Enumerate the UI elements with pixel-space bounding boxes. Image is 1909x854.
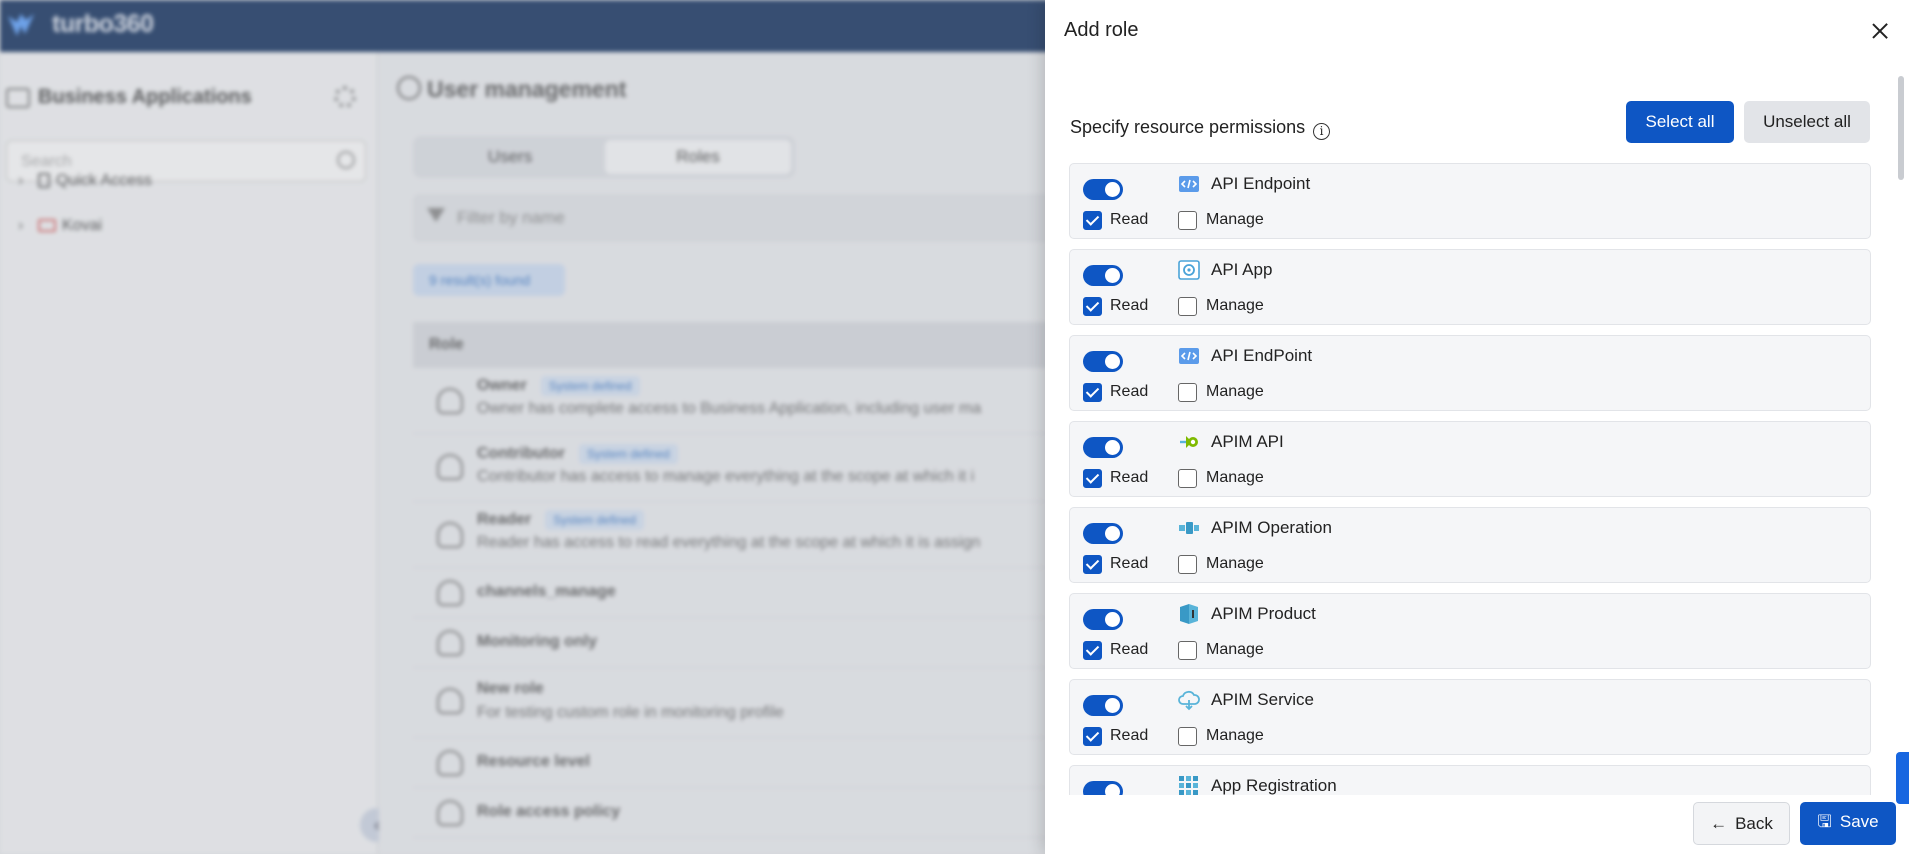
permissions-heading: Specify resource permissions i bbox=[1070, 117, 1331, 140]
api-endpoint-icon bbox=[1179, 176, 1199, 192]
back-button[interactable]: ← Back bbox=[1693, 802, 1790, 845]
manage-checkbox[interactable] bbox=[1178, 469, 1197, 488]
permission-card-apim-service: APIM Service Read Manage bbox=[1069, 679, 1871, 755]
permission-card-api-endpoint: API Endpoint Read Manage bbox=[1069, 163, 1871, 239]
read-label: Read bbox=[1110, 469, 1149, 486]
resource-name: API Endpoint bbox=[1211, 174, 1311, 193]
read-checkbox[interactable] bbox=[1083, 641, 1102, 660]
save-icon: 🖫 bbox=[1817, 812, 1832, 831]
info-icon[interactable]: i bbox=[1313, 123, 1331, 140]
api-endpoint-icon bbox=[1179, 348, 1199, 364]
add-role-drawer: Add role Specify resource permissions i S… bbox=[1045, 0, 1909, 854]
manage-label: Manage bbox=[1206, 297, 1264, 314]
read-label: Read bbox=[1110, 555, 1149, 572]
resource-name: API App bbox=[1211, 260, 1273, 279]
manage-label: Manage bbox=[1206, 211, 1264, 228]
manage-label: Manage bbox=[1206, 641, 1264, 658]
drawer-scrollbar[interactable] bbox=[1898, 76, 1904, 180]
apim-operation-icon bbox=[1179, 522, 1199, 534]
resource-name: App Registration bbox=[1211, 776, 1337, 795]
close-icon[interactable] bbox=[1865, 16, 1895, 46]
read-checkbox[interactable] bbox=[1083, 469, 1102, 488]
app-registration-icon bbox=[1179, 776, 1198, 795]
unselect-all-button[interactable]: Unselect all bbox=[1744, 101, 1870, 143]
permission-card-api-app: API App Read Manage bbox=[1069, 249, 1871, 325]
read-label: Read bbox=[1110, 211, 1149, 228]
permission-card-app-registration: App Registration Read Manage bbox=[1069, 765, 1871, 795]
permission-card-apim-product: APIM Product Read Manage bbox=[1069, 593, 1871, 669]
resource-toggle[interactable] bbox=[1083, 437, 1123, 458]
resource-permissions-list[interactable]: API Endpoint Read Manage API App Read Ma… bbox=[1069, 163, 1871, 795]
feedback-side-tab[interactable] bbox=[1896, 752, 1909, 804]
permission-card-api-endpoint-2: API EndPoint Read Manage bbox=[1069, 335, 1871, 411]
resource-toggle[interactable] bbox=[1083, 179, 1123, 200]
read-label: Read bbox=[1110, 383, 1149, 400]
apim-service-icon bbox=[1178, 690, 1200, 711]
apim-api-icon bbox=[1180, 436, 1198, 448]
read-checkbox[interactable] bbox=[1083, 727, 1102, 746]
manage-label: Manage bbox=[1206, 727, 1264, 744]
manage-checkbox[interactable] bbox=[1178, 555, 1197, 574]
read-checkbox[interactable] bbox=[1083, 211, 1102, 230]
resource-name: APIM Operation bbox=[1211, 518, 1332, 537]
resource-toggle[interactable] bbox=[1083, 265, 1123, 286]
read-checkbox[interactable] bbox=[1083, 383, 1102, 402]
arrow-left-icon: ← bbox=[1710, 813, 1728, 833]
resource-name: APIM Service bbox=[1211, 690, 1314, 709]
manage-checkbox[interactable] bbox=[1178, 383, 1197, 402]
save-button[interactable]: 🖫 Save bbox=[1800, 802, 1896, 845]
read-label: Read bbox=[1110, 641, 1149, 658]
manage-label: Manage bbox=[1206, 555, 1264, 572]
manage-label: Manage bbox=[1206, 469, 1264, 486]
apim-product-icon bbox=[1180, 604, 1198, 624]
manage-checkbox[interactable] bbox=[1178, 641, 1197, 660]
manage-checkbox[interactable] bbox=[1178, 211, 1197, 230]
api-app-icon bbox=[1178, 260, 1200, 280]
read-label: Read bbox=[1110, 297, 1149, 314]
manage-checkbox[interactable] bbox=[1178, 297, 1197, 316]
read-checkbox[interactable] bbox=[1083, 555, 1102, 574]
resource-name: APIM Product bbox=[1211, 604, 1316, 623]
resource-name: API EndPoint bbox=[1211, 346, 1313, 365]
permission-card-apim-operation: APIM Operation Read Manage bbox=[1069, 507, 1871, 583]
resource-name: APIM API bbox=[1211, 432, 1284, 451]
select-all-button[interactable]: Select all bbox=[1626, 101, 1734, 143]
permission-card-apim-api: APIM API Read Manage bbox=[1069, 421, 1871, 497]
resource-toggle[interactable] bbox=[1083, 781, 1123, 795]
manage-label: Manage bbox=[1206, 383, 1264, 400]
manage-checkbox[interactable] bbox=[1178, 727, 1197, 746]
drawer-title: Add role bbox=[1064, 19, 1139, 41]
resource-toggle[interactable] bbox=[1083, 351, 1123, 372]
resource-toggle[interactable] bbox=[1083, 695, 1123, 716]
resource-toggle[interactable] bbox=[1083, 609, 1123, 630]
read-checkbox[interactable] bbox=[1083, 297, 1102, 316]
read-label: Read bbox=[1110, 727, 1149, 744]
resource-toggle[interactable] bbox=[1083, 523, 1123, 544]
